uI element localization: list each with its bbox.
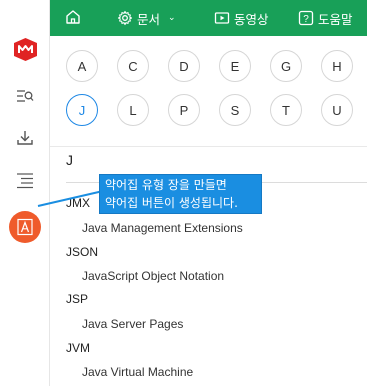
gear-icon xyxy=(117,10,133,26)
term-jsp: JSP xyxy=(66,292,89,306)
outline-icon[interactable] xyxy=(15,171,35,191)
letter-button-d[interactable]: D xyxy=(168,50,200,82)
tooltip-line-2: 약어집 버튼이 생성됩니다. xyxy=(105,196,238,210)
divider xyxy=(50,146,367,147)
documents-label: 문서 xyxy=(137,11,161,27)
section-heading: J xyxy=(66,152,73,168)
videos-menu[interactable]: 동영상 xyxy=(214,0,269,36)
term-description: Java Server Pages xyxy=(82,317,184,331)
letter-button-j[interactable]: J xyxy=(66,94,98,126)
letter-button-l[interactable]: L xyxy=(117,94,149,126)
tooltip-line-1: 약어집 유형 장을 만들면 xyxy=(105,178,227,192)
video-icon xyxy=(214,12,230,24)
documents-menu[interactable]: 문서 ⌄ xyxy=(117,0,176,36)
help-label: 도움말 xyxy=(318,11,353,27)
letter-button-t[interactable]: T xyxy=(270,94,302,126)
sidebar xyxy=(0,0,50,386)
help-icon: ? xyxy=(298,10,314,26)
search-list-icon[interactable] xyxy=(15,86,35,106)
chevron-down-icon: ⌄ xyxy=(168,13,176,23)
logo-icon[interactable] xyxy=(13,37,38,62)
letter-button-c[interactable]: C xyxy=(117,50,149,82)
top-navigation-bar: 문서 ⌄ 동영상 ? 도움말 xyxy=(50,0,367,36)
term-description: Java Virtual Machine xyxy=(82,365,194,379)
help-menu[interactable]: ? 도움말 xyxy=(298,0,353,36)
letter-button-p[interactable]: P xyxy=(168,94,200,126)
letter-button-g[interactable]: G xyxy=(270,50,302,82)
letter-button-u[interactable]: U xyxy=(321,94,353,126)
term-description: JavaScript Object Notation xyxy=(82,269,225,283)
letter-button-h[interactable]: H xyxy=(321,50,353,82)
letter-button-e[interactable]: E xyxy=(219,50,251,82)
home-icon[interactable] xyxy=(64,8,82,26)
videos-label: 동영상 xyxy=(234,11,269,27)
alphabet-row-1: A C D E G H xyxy=(66,50,367,82)
abbreviation-icon xyxy=(17,218,33,236)
svg-text:?: ? xyxy=(303,14,309,25)
tooltip: 약어집 유형 장을 만들면 약어집 버튼이 생성됩니다. xyxy=(99,174,262,214)
term-json: JSON xyxy=(66,245,99,259)
letter-button-a[interactable]: A xyxy=(66,50,98,82)
alphabet-row-2: J L P S T U xyxy=(66,94,367,126)
term-jvm: JVM xyxy=(66,341,90,355)
letter-button-s[interactable]: S xyxy=(219,94,251,126)
abbreviation-button[interactable] xyxy=(9,211,41,243)
download-icon[interactable] xyxy=(15,128,35,148)
term-description: Java Management Extensions xyxy=(82,221,243,235)
